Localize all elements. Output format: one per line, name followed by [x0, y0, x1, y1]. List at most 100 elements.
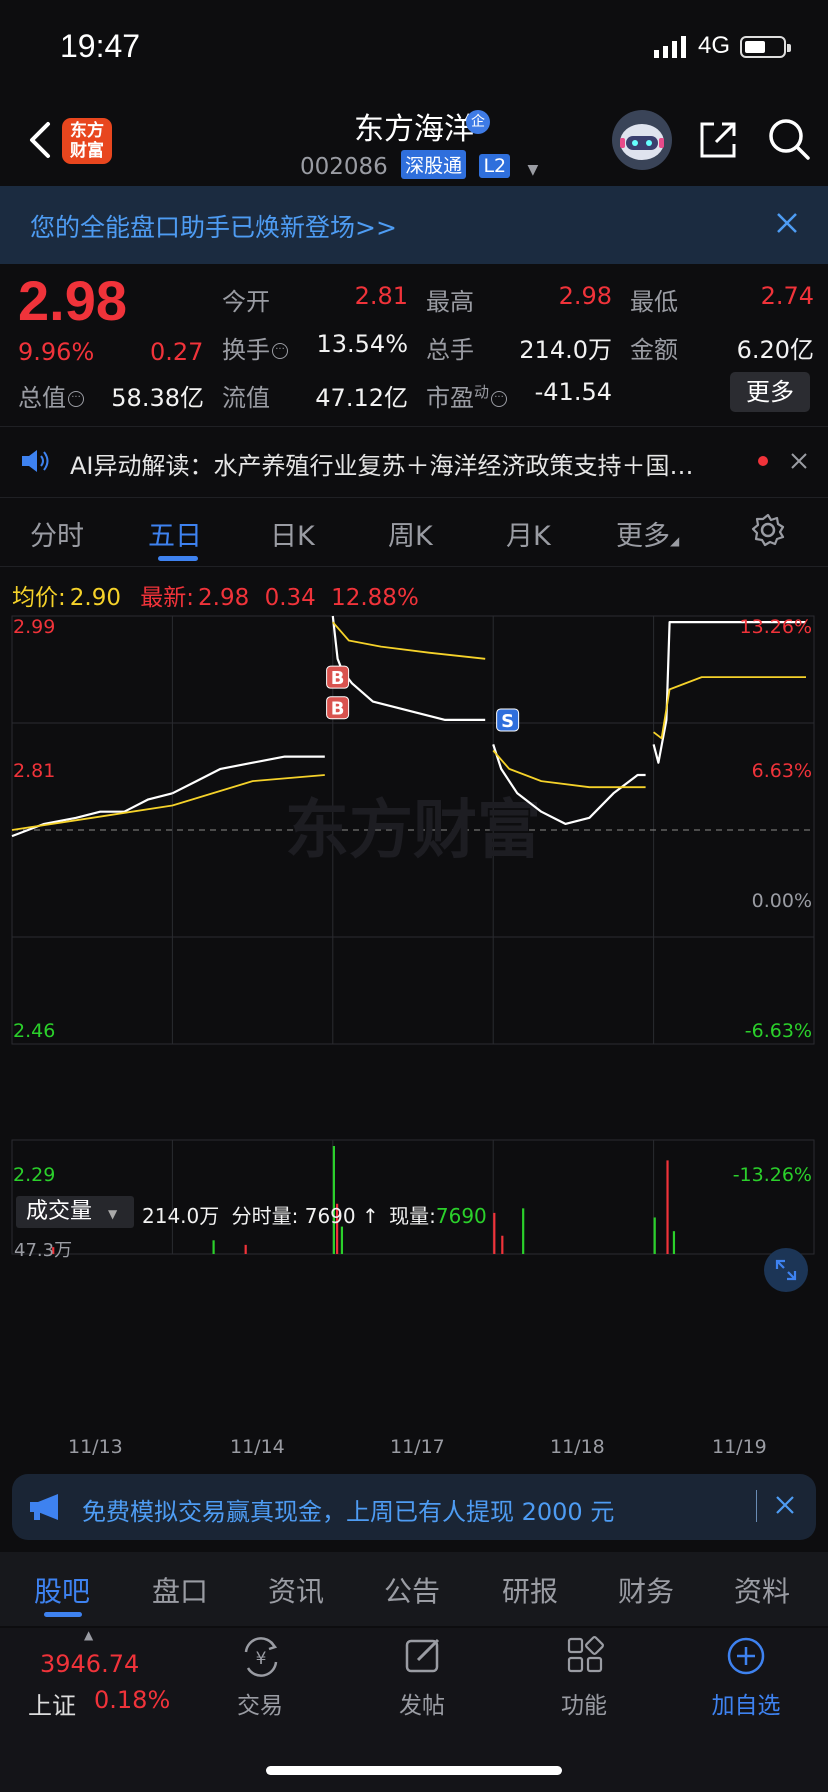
pe-value: -41.54 [534, 378, 612, 406]
tab-monthly-k[interactable]: 月K [506, 514, 551, 553]
status-time: 19:47 [60, 28, 141, 64]
stock-code: 002086 [300, 154, 388, 180]
volume-bar [493, 1212, 496, 1254]
sell-marker-label: S [501, 711, 514, 732]
trade-icon[interactable]: ¥ [238, 1636, 284, 1678]
open-value: 2.81 [354, 282, 408, 310]
volume-info: 214.0万 分时量: 7690 ↑ 现量:7690 [142, 1204, 487, 1228]
ai-insight-text[interactable]: AI异动解读：水产养殖行业复苏＋海洋经济政策支持＋国… [70, 446, 694, 481]
unread-dot [758, 456, 768, 466]
buy-marker-label: B [331, 699, 345, 720]
current-price: 2.98 [18, 269, 127, 332]
nav-add-watchlist[interactable]: 加自选 [696, 1686, 796, 1720]
tab-daily-k[interactable]: 日K [270, 514, 315, 553]
price-line [331, 615, 486, 722]
stock-code-line[interactable]: 002086 深股通 L2 ▼ [300, 150, 538, 180]
close-icon[interactable] [774, 1494, 796, 1516]
info-icon[interactable]: ··· [491, 391, 508, 407]
enterprise-badge: 企 [466, 110, 490, 134]
divider [0, 566, 828, 567]
index-change[interactable]: 0.18% [94, 1686, 170, 1714]
grid-apps-icon[interactable] [566, 1636, 606, 1676]
expand-chart-button[interactable] [764, 1248, 808, 1292]
chevron-down-icon: ▼ [527, 162, 539, 178]
mktcap-label: 总值 ··· [18, 378, 84, 413]
five-day-chart[interactable]: 东方财富 BB S [0, 600, 828, 1460]
watermark: 东方财富 [285, 794, 541, 868]
indicator-selector[interactable]: 成交量 ▼ [16, 1196, 134, 1228]
low-value: 2.74 [760, 282, 814, 310]
index-name[interactable]: 上证 [28, 1686, 76, 1721]
price-axis-label: 2.46 [13, 1020, 56, 1042]
signal-icon [654, 36, 686, 58]
expand-icon [775, 1259, 797, 1281]
tab-news[interactable]: 资讯 [268, 1570, 324, 1610]
search-icon[interactable] [766, 116, 812, 162]
volume-bar [212, 1240, 215, 1254]
tab-forum[interactable]: 股吧 [34, 1570, 90, 1610]
change-amount: 0.27 [150, 338, 204, 366]
high-value: 2.98 [558, 282, 612, 310]
nav-post[interactable]: 发帖 [372, 1686, 472, 1720]
high-label: 最高 [426, 288, 474, 316]
pct-axis-label: -13.26% [732, 1164, 812, 1186]
float-cap-label: 流值 [222, 384, 270, 412]
compose-icon[interactable] [404, 1636, 444, 1676]
pe-label: 市盈动 ··· [426, 378, 508, 413]
info-icon[interactable]: ··· [68, 391, 84, 407]
avg-price-line [653, 676, 806, 740]
price-line [171, 755, 325, 795]
avg-price-line [332, 621, 486, 660]
tab-five-day[interactable]: 五日 [148, 514, 202, 553]
turnover-value: 13.54% [316, 330, 408, 358]
tab-order-book[interactable]: 盘口 [152, 1570, 208, 1610]
share-icon[interactable] [696, 118, 740, 162]
settings-gear-icon[interactable] [750, 512, 786, 548]
nav-functions[interactable]: 功能 [534, 1686, 634, 1720]
chevron-down-icon: ▼ [108, 1207, 118, 1221]
date-label: 11/18 [550, 1436, 605, 1458]
volume-bar [501, 1235, 504, 1254]
close-icon[interactable] [790, 452, 808, 470]
tag-level2: L2 [479, 154, 511, 178]
banner-text[interactable]: 您的全能盘口助手已焕新登场>> [30, 208, 397, 244]
assistant-robot-icon[interactable] [612, 110, 672, 170]
date-label: 11/19 [712, 1436, 767, 1458]
volume-max-label: 47.3万 [14, 1240, 73, 1261]
volume-bar [244, 1244, 247, 1254]
close-icon[interactable] [774, 210, 800, 236]
network-type: 4G [698, 32, 731, 59]
turnover-label: 换手 ··· [222, 330, 288, 365]
tab-weekly-k[interactable]: 周K [388, 514, 433, 553]
price-axis-label: 2.29 [13, 1164, 56, 1186]
info-icon[interactable]: ··· [272, 343, 288, 359]
svg-text:¥: ¥ [256, 1649, 267, 1669]
promo-text[interactable]: 免费模拟交易赢真现金，上周已有人提现 2000 元 [82, 1492, 614, 1527]
tab-announcements[interactable]: 公告 [384, 1570, 440, 1610]
volume-value: 214.0万 [519, 336, 612, 364]
tab-more[interactable]: 更多◢ [616, 514, 679, 553]
volume-bar [666, 1160, 669, 1254]
speaker-icon [22, 450, 49, 472]
change-percent: 9.96% [18, 338, 95, 366]
amount-value: 6.20亿 [736, 336, 814, 364]
add-circle-icon[interactable] [726, 1636, 766, 1676]
tab-financials[interactable]: 财务 [618, 1570, 674, 1610]
nav-trade[interactable]: 交易 [210, 1686, 310, 1720]
index-value[interactable]: 3946.74 [40, 1650, 139, 1678]
volume-bar [522, 1208, 525, 1254]
volume-bar [672, 1231, 676, 1254]
date-label: 11/17 [390, 1436, 445, 1458]
tab-active-indicator [158, 556, 198, 561]
more-button[interactable]: 更多 [730, 372, 810, 412]
volume-label: 总手 [426, 336, 474, 364]
divider [756, 1490, 757, 1522]
tab-active-indicator [44, 1612, 82, 1617]
tab-profile[interactable]: 资料 [734, 1570, 790, 1610]
tab-intraday[interactable]: 分时 [30, 514, 84, 553]
mktcap-value: 58.38亿 [111, 384, 204, 412]
corner-arrow-icon: ◢ [670, 534, 680, 548]
volume-bar [340, 1226, 344, 1254]
price-axis-label: 2.99 [13, 616, 56, 638]
tab-research[interactable]: 研报 [502, 1570, 558, 1610]
